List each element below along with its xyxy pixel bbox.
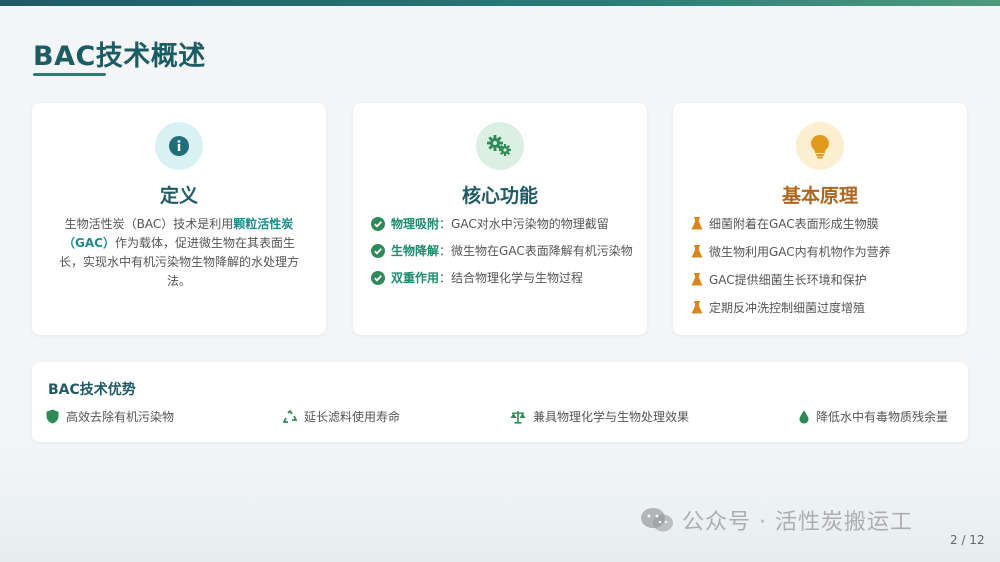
flask-icon [691, 245, 703, 258]
list-item: 生物降解：微生物在GAC表面降解有机污染物 [371, 242, 633, 260]
watermark: 公众号 · 活性炭搬运工 [640, 504, 913, 536]
list-item: GAC提供细菌生长环境和保护 [691, 271, 953, 289]
core-functions-card: 核心功能 物理吸附：GAC对水中污染物的物理截留 生物降解：微生物在GAC表面降… [353, 103, 647, 335]
list-item: 物理吸附：GAC对水中污染物的物理截留 [371, 215, 633, 233]
list-item: 双重作用：结合物理化学与生物过程 [371, 269, 633, 287]
advantage-item: 兼具物理化学与生物处理效果 [510, 408, 689, 425]
advantages-title: BAC技术优势 [48, 382, 136, 398]
recycle-icon [283, 409, 297, 423]
top-accent-bar [0, 0, 1000, 6]
background-decoration [0, 442, 1000, 562]
list-item: 微生物利用GAC内有机物作为营养 [691, 243, 953, 261]
definition-card: 定义 生物活性炭（BAC）技术是利用颗粒活性炭（GAC）作为载体，促进微生物在其… [32, 103, 326, 335]
title-underline [33, 73, 106, 76]
wechat-icon [641, 508, 673, 532]
core-functions-title: 核心功能 [461, 185, 538, 207]
principles-list: 细菌附着在GAC表面形成生物膜 微生物利用GAC内有机物作为营养 GAC提供细菌… [691, 215, 953, 327]
principles-title: 基本原理 [781, 185, 858, 207]
page-number: 2 / 12 [950, 533, 985, 547]
flask-icon [691, 273, 703, 286]
advantage-item: 降低水中有毒物质残余量 [799, 408, 948, 425]
check-circle-icon [371, 271, 385, 285]
check-circle-icon [371, 217, 385, 231]
flask-icon [691, 301, 703, 314]
advantage-item: 延长滤料使用寿命 [283, 408, 400, 425]
info-icon [155, 122, 203, 170]
advantage-item: 高效去除有机污染物 [46, 408, 174, 425]
definition-text: 生物活性炭（BAC）技术是利用颗粒活性炭（GAC）作为载体，促进微生物在其表面生… [58, 217, 299, 288]
lightbulb-icon [796, 122, 844, 170]
page-title: BAC技术概述 [33, 41, 206, 72]
principles-card: 基本原理 细菌附着在GAC表面形成生物膜 微生物利用GAC内有机物作为营养 GA… [673, 103, 967, 335]
balance-scale-icon [510, 410, 526, 424]
list-item: 定期反冲洗控制细菌过度增殖 [691, 299, 953, 317]
list-item: 细菌附着在GAC表面形成生物膜 [691, 215, 953, 233]
core-functions-list: 物理吸附：GAC对水中污染物的物理截留 生物降解：微生物在GAC表面降解有机污染… [371, 215, 633, 296]
flask-icon [691, 217, 703, 230]
check-circle-icon [371, 244, 385, 258]
advantages-panel: BAC技术优势 高效去除有机污染物 延长滤料使用寿命 兼具物理化学与生物处理效果 [32, 362, 968, 442]
gears-icon [476, 122, 524, 170]
water-drop-icon [799, 410, 809, 423]
shield-icon [46, 409, 59, 424]
definition-title: 定义 [159, 185, 198, 207]
